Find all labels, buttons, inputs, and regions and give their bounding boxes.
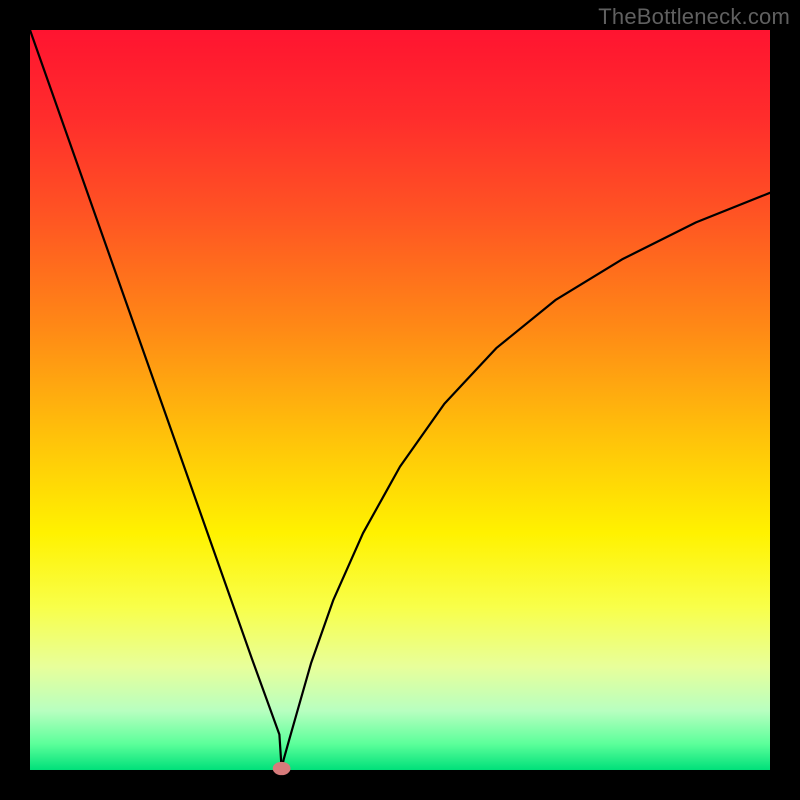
- bottleneck-chart: [0, 0, 800, 800]
- optimal-point-marker: [273, 762, 291, 775]
- chart-container: TheBottleneck.com: [0, 0, 800, 800]
- watermark-text: TheBottleneck.com: [598, 4, 790, 30]
- plot-background: [30, 30, 770, 770]
